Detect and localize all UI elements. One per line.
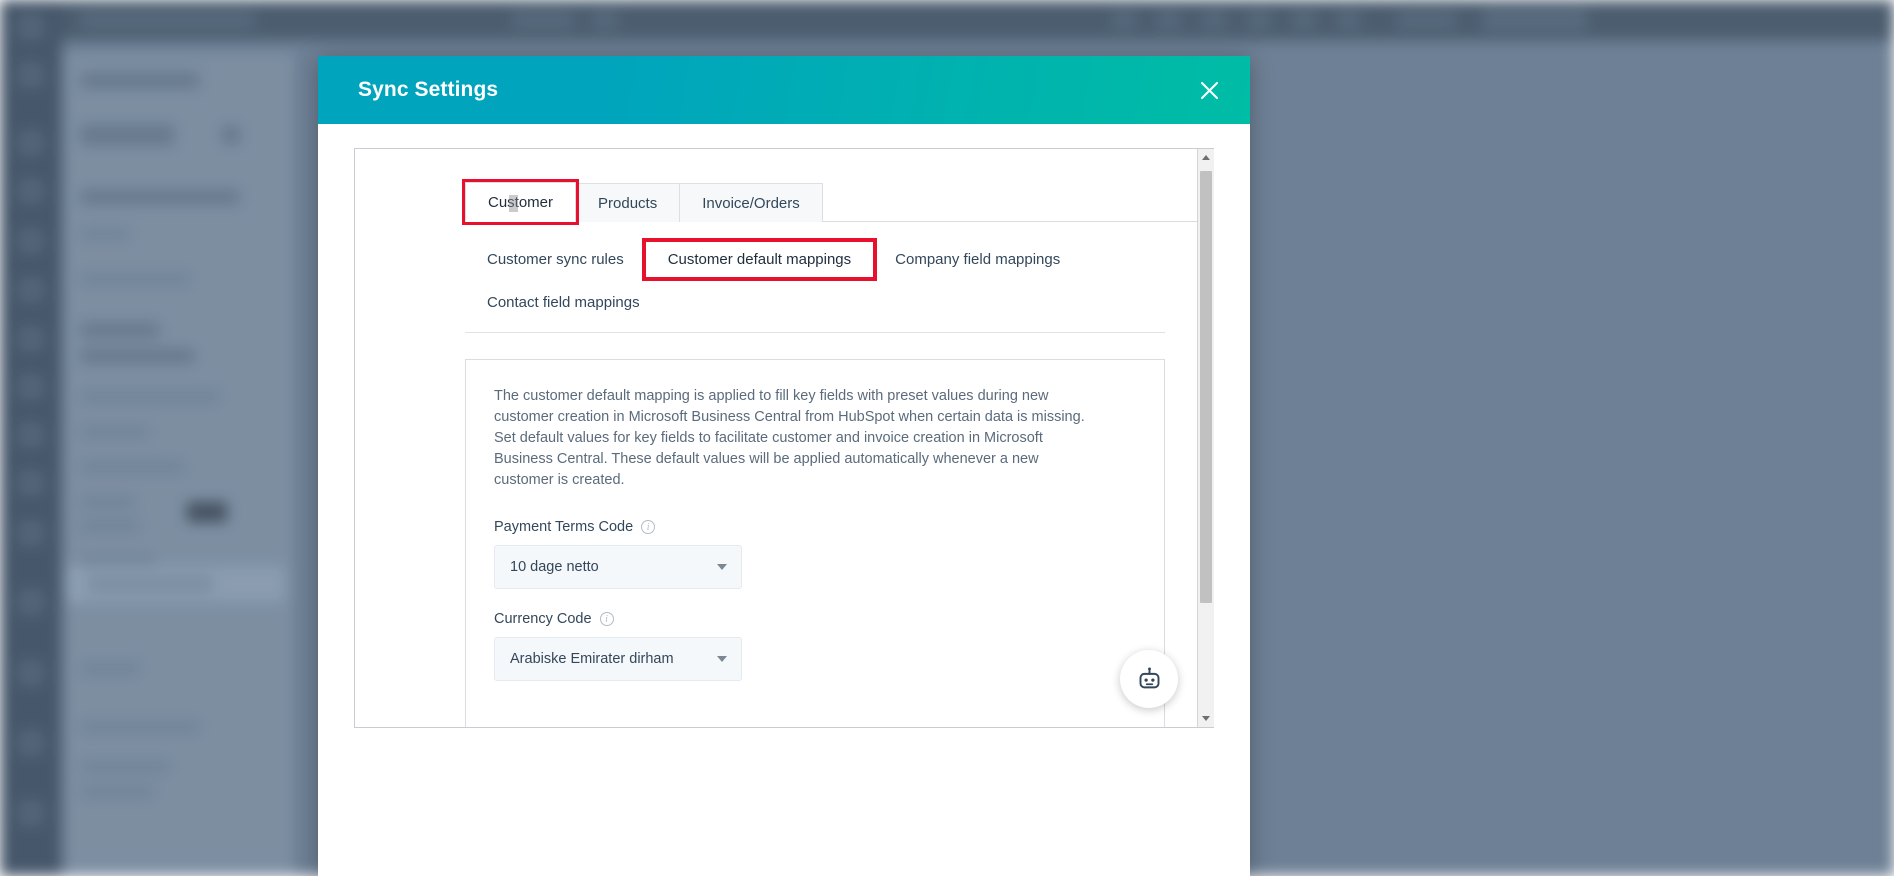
scroll-up-arrow-icon[interactable] <box>1198 149 1214 166</box>
main-tab-bar: Customer Products Invoice/Orders <box>461 179 1197 225</box>
default-mappings-card: The customer default mapping is applied … <box>465 359 1165 727</box>
panel-scrollbar[interactable] <box>1197 149 1214 727</box>
tab-products-label: Products <box>598 195 658 212</box>
modal-header: Sync Settings <box>318 56 1250 124</box>
subtab-company-field-mappings-label: Company field mappings <box>895 251 1061 268</box>
currency-code-select[interactable]: Arabiske Emirater dirham <box>494 637 742 681</box>
info-icon[interactable]: i <box>641 520 656 534</box>
settings-panel: Customer Products Invoice/Orders Custome… <box>354 148 1214 728</box>
subtab-customer-sync-rules[interactable]: Customer sync rules <box>465 242 646 277</box>
subtab-company-field-mappings[interactable]: Company field mappings <box>873 242 1082 277</box>
modal-title: Sync Settings <box>358 78 499 101</box>
subtab-customer-default-mappings[interactable]: Customer default mappings <box>641 238 878 281</box>
chat-bot-button[interactable] <box>1120 650 1178 708</box>
sync-settings-modal: Sync Settings Customer Products Invoice/… <box>318 56 1250 876</box>
tab-customer-label: Customer <box>488 194 554 211</box>
subtab-customer-default-mappings-label: Customer default mappings <box>667 251 852 268</box>
modal-body: Customer Products Invoice/Orders Custome… <box>318 124 1250 876</box>
payment-terms-code-label: Payment Terms Code <box>494 519 634 535</box>
card-description: The customer default mapping is applied … <box>494 388 1089 488</box>
subtab-contact-field-mappings[interactable]: Contact field mappings <box>465 285 1165 320</box>
subtab-contact-field-mappings-label: Contact field mappings <box>487 294 640 311</box>
payment-terms-code-select[interactable]: 10 dage netto <box>494 545 742 589</box>
subtab-customer-sync-rules-label: Customer sync rules <box>487 251 624 268</box>
tab-invoice-orders[interactable]: Invoice/Orders <box>679 183 823 222</box>
tab-customer[interactable]: Customer <box>461 179 580 225</box>
chevron-down-icon <box>717 564 727 570</box>
sub-tab-bar: Customer sync rules Customer default map… <box>465 222 1165 333</box>
tab-invoice-orders-label: Invoice/Orders <box>702 195 800 212</box>
scroll-down-arrow-icon[interactable] <box>1198 710 1214 727</box>
field-payment-terms-code: Payment Terms Code i 10 dage netto <box>494 519 1136 589</box>
chevron-down-icon <box>717 656 727 662</box>
currency-code-value: Arabiske Emirater dirham <box>510 651 674 667</box>
currency-code-label: Currency Code <box>494 611 592 627</box>
tab-products[interactable]: Products <box>575 183 681 222</box>
field-label-row: Currency Code i <box>494 611 1136 627</box>
chat-bot-icon <box>1139 666 1159 688</box>
info-icon[interactable]: i <box>599 612 614 626</box>
close-icon[interactable] <box>1194 75 1224 105</box>
field-currency-code: Currency Code i Arabiske Emirater dirham <box>494 611 1136 681</box>
field-label-row: Payment Terms Code i <box>494 519 1136 535</box>
payment-terms-code-value: 10 dage netto <box>510 559 599 575</box>
panel-scroll-region: Customer Products Invoice/Orders Custome… <box>355 149 1197 727</box>
scrollbar-thumb[interactable] <box>1200 171 1212 603</box>
